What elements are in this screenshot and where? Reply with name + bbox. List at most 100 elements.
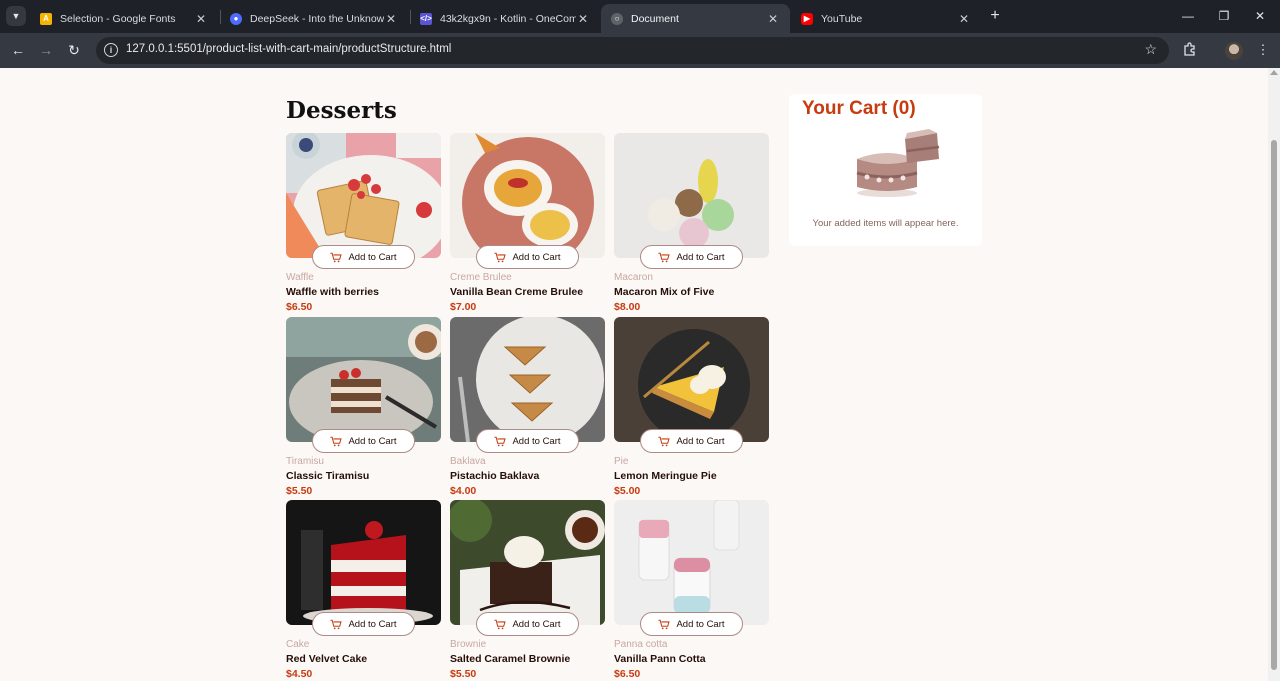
tab-deepseek[interactable]: ● DeepSeek - Into the Unknown ✕ [220,4,408,33]
more-menu-icon[interactable]: ⋮ [1254,41,1272,59]
cart-add-icon [494,436,507,446]
tab-google-fonts[interactable]: A Selection - Google Fonts ✕ [30,4,218,33]
tab-youtube[interactable]: ▶ YouTube ✕ [791,4,981,33]
scroll-thumb[interactable] [1271,140,1277,670]
close-tab-icon[interactable]: ✕ [384,12,398,26]
waffle-image [286,133,441,258]
add-to-cart-button[interactable]: Add to Cart [312,245,415,269]
baklava-image [450,317,605,442]
empty-cart-cake-icon [856,129,940,197]
product-card: Add to Cart Pie Lemon Meringue Pie $5.00 [614,317,769,497]
product-card: Add to Cart Panna cotta Vanilla Pann Cot… [614,500,769,680]
product-category: Tiramisu [286,456,324,467]
code-icon: </> [420,12,432,25]
cart-title: Your Cart (0) [802,98,916,119]
site-info-icon[interactable]: i [104,43,118,57]
cart-add-icon [330,619,343,629]
add-to-cart-button[interactable]: Add to Cart [312,612,415,636]
product-name: Waffle with berries [286,286,379,298]
red-velvet-cake-image [286,500,441,625]
close-tab-icon[interactable]: ✕ [576,12,590,26]
page-viewport: Desserts Add to Cart Waffle Waffle with … [0,68,1268,681]
cart-empty-message: Your added items will appear here. [812,218,959,229]
back-arrow-icon[interactable]: ← [8,40,28,60]
product-price: $4.50 [286,668,313,680]
extensions-icon[interactable] [1181,41,1199,59]
cart-panel: Your Cart (0) Your added items will appe… [789,94,982,246]
tab-onecompiler[interactable]: </> 43k2kgx9n - Kotlin - OneCompi ✕ [410,4,600,33]
cart-add-icon [658,619,671,629]
address-bar[interactable]: i 127.0.0.1:5501/product-list-with-cart-… [96,37,1169,64]
restore-icon[interactable]: ❐ [1214,6,1234,26]
bookmark-star-icon[interactable]: ☆ [1144,41,1157,58]
globe-icon: ○ [611,12,623,25]
product-category: Macaron [614,272,653,283]
reload-icon[interactable]: ↻ [64,40,84,60]
product-name: Pistachio Baklava [450,470,540,482]
product-category: Waffle [286,272,314,283]
youtube-icon: ▶ [801,12,813,25]
product-price: $6.50 [614,668,641,680]
add-to-cart-button[interactable]: Add to Cart [312,429,415,453]
product-name: Macaron Mix of Five [614,286,715,298]
deepseek-icon: ● [230,12,242,25]
product-price: $5.00 [614,485,641,497]
product-card: Add to Cart Waffle Waffle with berries $… [286,133,441,313]
product-price: $8.00 [614,301,641,313]
add-to-cart-button[interactable]: Add to Cart [476,429,579,453]
add-to-cart-button[interactable]: Add to Cart [640,612,743,636]
page-scrollbar[interactable] [1268,68,1280,681]
profile-avatar[interactable] [1225,42,1243,60]
product-price: $5.50 [450,668,477,680]
close-tab-icon[interactable]: ✕ [957,12,971,26]
product-name: Vanilla Bean Creme Brulee [450,286,584,298]
close-tab-icon[interactable]: ✕ [194,12,208,26]
product-category: Brownie [450,639,487,650]
browser-toolbar: ← → ↻ i 127.0.0.1:5501/product-list-with… [0,33,1280,68]
add-to-cart-button[interactable]: Add to Cart [640,429,743,453]
cart-add-icon [330,252,343,262]
new-tab-button[interactable]: + [986,8,1004,26]
tab-search-chevron-icon[interactable]: ▼ [6,6,26,26]
brownie-image [450,500,605,625]
tab-document[interactable]: ○ Document ✕ [601,4,790,33]
product-name: Salted Caramel Brownie [450,653,571,665]
product-category: Creme Brulee [450,272,512,283]
product-card: Add to Cart Baklava Pistachio Baklava $4… [450,317,605,497]
product-card: Add to Cart Tiramisu Classic Tiramisu $5… [286,317,441,497]
product-category: Cake [286,639,310,650]
browser-tab-bar: ▼ A Selection - Google Fonts ✕ ● DeepSee… [0,0,1280,33]
creme-brulee-image [450,133,605,258]
close-window-icon[interactable]: ✕ [1250,6,1270,26]
close-tab-icon[interactable]: ✕ [766,12,780,26]
product-name: Vanilla Pann Cotta [614,653,706,665]
url-text[interactable]: 127.0.0.1:5501/product-list-with-cart-ma… [126,43,451,55]
product-price: $6.50 [286,301,313,313]
forward-arrow-icon[interactable]: → [36,40,56,60]
product-card: Add to Cart Brownie Salted Caramel Brown… [450,500,605,680]
product-price: $7.00 [450,301,477,313]
product-name: Lemon Meringue Pie [614,470,717,482]
add-to-cart-button[interactable]: Add to Cart [476,612,579,636]
add-to-cart-button[interactable]: Add to Cart [476,245,579,269]
product-category: Baklava [450,456,486,467]
cart-add-icon [658,436,671,446]
minimize-icon[interactable]: — [1178,6,1198,26]
cart-add-icon [658,252,671,262]
google-fonts-icon: A [40,12,52,25]
macaron-image [614,133,769,258]
scroll-up-arrow-icon[interactable] [1270,70,1278,75]
add-to-cart-button[interactable]: Add to Cart [640,245,743,269]
cart-add-icon [330,436,343,446]
product-card: Add to Cart Macaron Macaron Mix of Five … [614,133,769,313]
page-title: Desserts [286,97,397,124]
product-card: Add to Cart Creme Brulee Vanilla Bean Cr… [450,133,605,313]
cart-add-icon [494,252,507,262]
panna-cotta-image [614,500,769,625]
cart-add-icon [494,619,507,629]
product-price: $4.00 [450,485,477,497]
product-name: Classic Tiramisu [286,470,370,482]
product-name: Red Velvet Cake [286,653,368,665]
product-card: Add to Cart Cake Red Velvet Cake $4.50 [286,500,441,680]
product-price: $5.50 [286,485,313,497]
